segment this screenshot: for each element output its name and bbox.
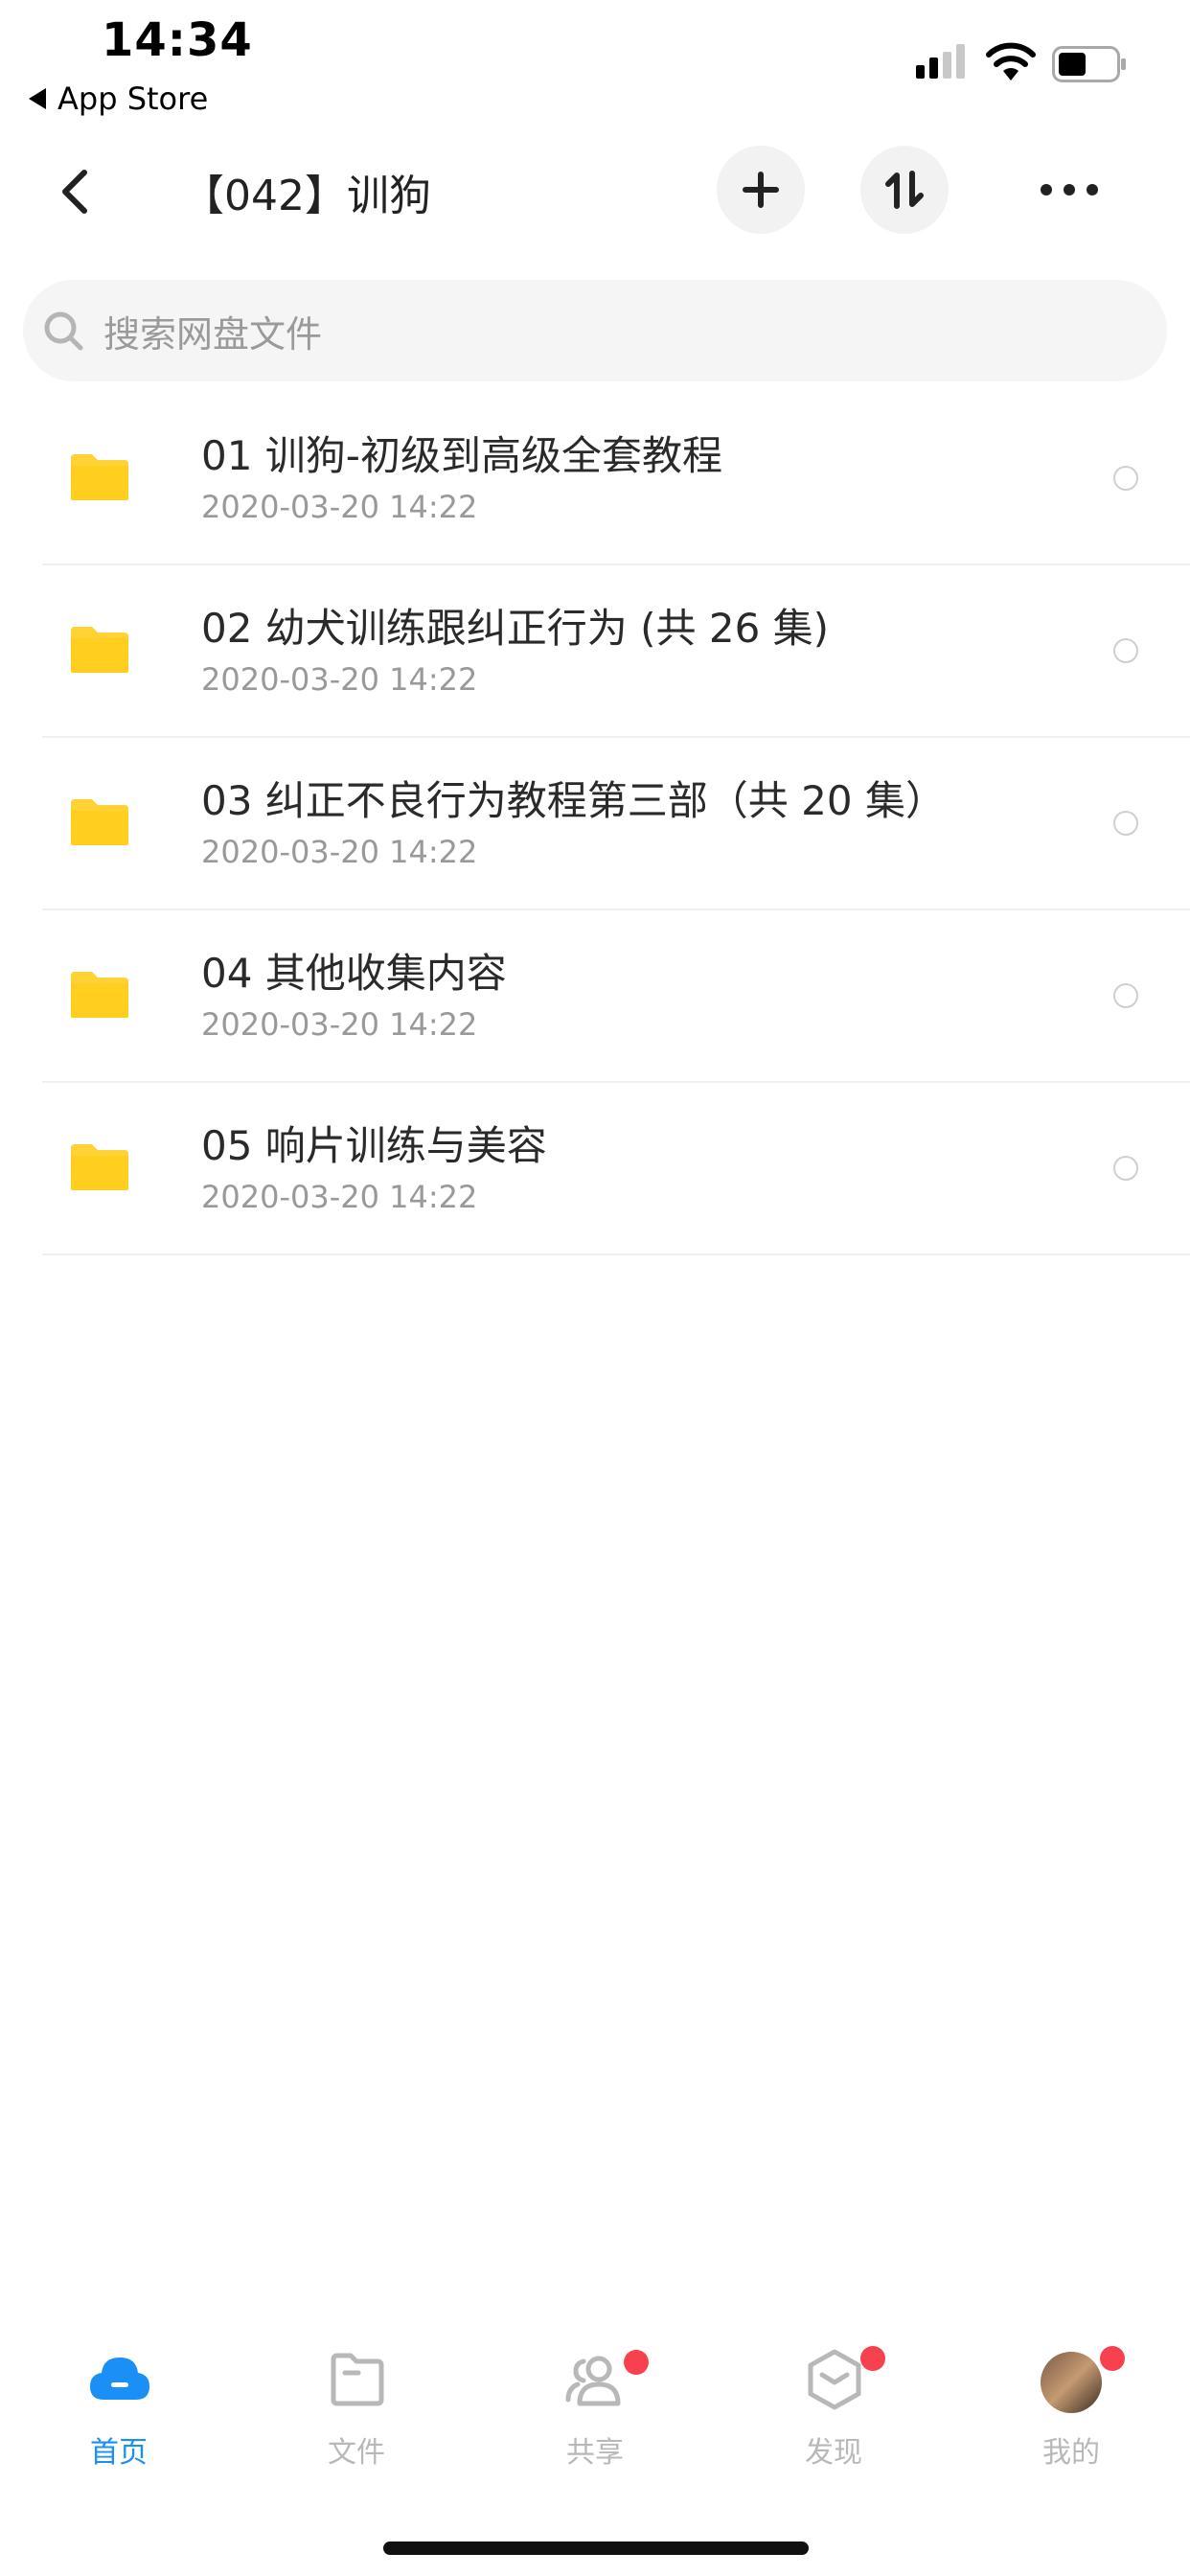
- tab-home[interactable]: 首页: [23, 2329, 215, 2482]
- discover-box-icon: [808, 2349, 861, 2410]
- transfer-button[interactable]: [860, 146, 949, 234]
- select-radio[interactable]: [1113, 1156, 1138, 1181]
- select-radio[interactable]: [1113, 811, 1138, 836]
- back-to-app-store[interactable]: App Store: [29, 80, 208, 117]
- wifi-icon: [986, 42, 1036, 80]
- battery-icon: [1052, 46, 1126, 82]
- search-icon: [44, 311, 83, 351]
- more-button[interactable]: [1025, 146, 1113, 234]
- file-date: 2020-03-20 14:22: [201, 1179, 478, 1215]
- home-indicator: [383, 2542, 809, 2555]
- tab-files[interactable]: 文件: [261, 2329, 452, 2482]
- tab-me-label: 我的: [1042, 2436, 1100, 2470]
- tab-home-label: 首页: [90, 2436, 148, 2470]
- notification-badge: [1100, 2346, 1125, 2371]
- tab-me[interactable]: 我的: [975, 2329, 1167, 2482]
- file-name: 05 响片训练与美容: [201, 1122, 547, 1169]
- file-date: 2020-03-20 14:22: [201, 834, 478, 870]
- list-item[interactable]: 05 响片训练与美容 2020-03-20 14:22: [0, 1083, 1190, 1255]
- select-radio[interactable]: [1113, 638, 1138, 663]
- tab-discover[interactable]: 发现: [738, 2329, 929, 2482]
- tab-files-label: 文件: [328, 2436, 385, 2470]
- status-time: 14:34: [102, 13, 253, 67]
- folder-outline-icon: [331, 2353, 384, 2406]
- back-to-app-store-label: App Store: [57, 80, 209, 117]
- select-radio[interactable]: [1113, 983, 1138, 1008]
- search-placeholder: 搜索网盘文件: [103, 312, 323, 356]
- back-chevron-icon[interactable]: [50, 163, 98, 220]
- select-radio[interactable]: [1113, 466, 1138, 491]
- file-date: 2020-03-20 14:22: [201, 489, 478, 525]
- users-icon: [565, 2356, 621, 2406]
- plus-icon: [743, 172, 779, 208]
- folder-icon: [71, 799, 128, 845]
- tab-share-label: 共享: [566, 2436, 624, 2470]
- divider: [42, 1254, 1190, 1255]
- folder-icon: [71, 972, 128, 1018]
- file-list: 01 训狗-初级到高级全套教程 2020-03-20 14:22 02 幼犬训练…: [0, 393, 1190, 1255]
- cloud-icon: [90, 2358, 149, 2400]
- file-date: 2020-03-20 14:22: [201, 661, 478, 698]
- list-item[interactable]: 04 其他收集内容 2020-03-20 14:22: [0, 910, 1190, 1083]
- tab-share[interactable]: 共享: [499, 2329, 691, 2482]
- list-item[interactable]: 01 训狗-初级到高级全套教程 2020-03-20 14:22: [0, 393, 1190, 565]
- list-item[interactable]: 02 幼犬训练跟纠正行为 (共 26 集) 2020-03-20 14:22: [0, 565, 1190, 738]
- cellular-signal-icon: [916, 44, 965, 79]
- folder-icon: [71, 627, 128, 673]
- avatar: [1041, 2352, 1102, 2413]
- notification-badge: [624, 2350, 649, 2375]
- folder-icon: [71, 1144, 128, 1190]
- file-name: 01 训狗-初级到高级全套教程: [201, 432, 722, 479]
- list-item[interactable]: 03 纠正不良行为教程第三部（共 20 集） 2020-03-20 14:22: [0, 738, 1190, 910]
- tab-discover-label: 发现: [805, 2436, 862, 2470]
- file-date: 2020-03-20 14:22: [201, 1006, 478, 1043]
- more-dots-icon: [1041, 184, 1098, 196]
- tab-bar: 首页 文件 共享 发现 我的: [0, 2329, 1190, 2482]
- back-triangle-icon: [29, 88, 46, 109]
- add-button[interactable]: [717, 146, 805, 234]
- page-title: 【042】训狗: [182, 172, 431, 220]
- search-bar[interactable]: 搜索网盘文件: [23, 280, 1167, 381]
- file-name: 02 幼犬训练跟纠正行为 (共 26 集): [201, 605, 830, 652]
- file-name: 03 纠正不良行为教程第三部（共 20 集）: [201, 777, 946, 824]
- notification-badge: [860, 2346, 885, 2371]
- file-name: 04 其他收集内容: [201, 950, 507, 997]
- transfer-icon: [885, 171, 924, 209]
- folder-icon: [71, 454, 128, 500]
